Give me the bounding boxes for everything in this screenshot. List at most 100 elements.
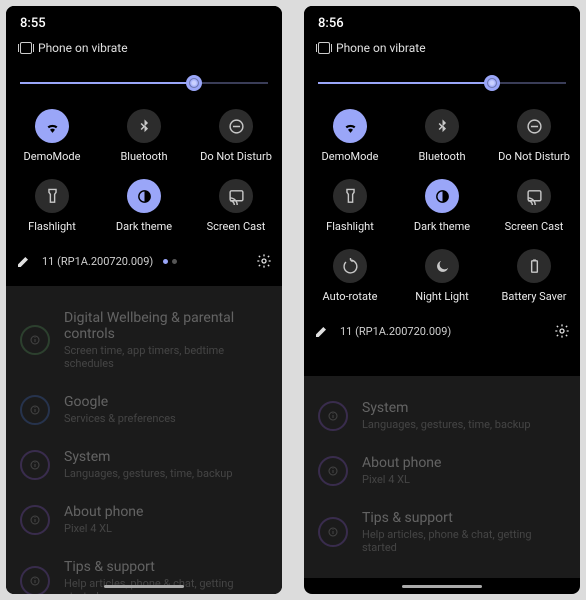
- tile-label: Auto-rotate: [323, 290, 378, 303]
- tile-label: Do Not Disturb: [200, 150, 272, 163]
- flashlight-icon: [35, 179, 69, 213]
- row-title: About phone: [64, 504, 143, 520]
- bluetooth-icon: [425, 109, 459, 143]
- dnd-icon: [219, 109, 253, 143]
- qs-tiles: DemoMode Bluetooth Do Not Disturb Flashligh…: [304, 99, 580, 317]
- about-icon: [20, 505, 50, 535]
- qs-tile-cast[interactable]: Screen Cast: [488, 179, 580, 233]
- row-subtitle: Languages, gestures, time, backup: [362, 418, 531, 431]
- page-dots: [163, 259, 177, 264]
- edit-icon[interactable]: [16, 253, 32, 269]
- status-time: 8:56: [304, 6, 580, 35]
- row-subtitle: Languages, gestures, time, backup: [64, 467, 233, 480]
- tile-label: DemoMode: [24, 150, 81, 163]
- qs-tile-darktheme[interactable]: Dark theme: [98, 179, 190, 233]
- row-subtitle: Pixel 4 XL: [64, 522, 143, 535]
- tips-icon: [318, 517, 348, 547]
- qs-tile-rotate[interactable]: Auto-rotate: [304, 249, 396, 303]
- phone-left: 8:55 Phone on vibrate DemoModeBluetoothD…: [6, 6, 282, 594]
- battery-icon: [517, 249, 551, 283]
- qs-tile-cast[interactable]: Screen Cast: [190, 179, 282, 233]
- brightness-slider[interactable]: [318, 73, 566, 93]
- qs-tile-wifi[interactable]: DemoMode: [6, 109, 98, 163]
- settings-row-system[interactable]: System Languages, gestures, time, backup: [6, 437, 282, 492]
- bluetooth-icon: [127, 109, 161, 143]
- qs-tile-battery[interactable]: Battery Saver: [488, 249, 580, 303]
- tile-label: Dark theme: [414, 220, 470, 233]
- status-time: 8:55: [6, 6, 282, 35]
- wifi-icon: [35, 109, 69, 143]
- qs-tile-wifi[interactable]: DemoMode: [304, 109, 396, 163]
- system-icon: [20, 450, 50, 480]
- qs-tile-dnd[interactable]: Do Not Disturb: [488, 109, 580, 163]
- settings-row-wellbeing[interactable]: Digital Wellbeing & parental controlsScr…: [6, 298, 282, 382]
- tile-label: Bluetooth: [418, 150, 465, 163]
- tile-label: Night Light: [415, 290, 469, 303]
- edit-icon[interactable]: [314, 323, 330, 339]
- flashlight-icon: [333, 179, 367, 213]
- vibrate-label: Phone on vibrate: [336, 41, 426, 55]
- qs-tile-bluetooth[interactable]: Bluetooth: [98, 109, 190, 163]
- settings-list: System Languages, gestures, time, backup A…: [304, 376, 580, 578]
- row-subtitle: Services & preferences: [64, 412, 176, 425]
- qs-tile-dnd[interactable]: Do Not Disturb: [190, 109, 282, 163]
- qs-tile-flashlight[interactable]: Flashlight: [6, 179, 98, 233]
- cast-icon: [517, 179, 551, 213]
- about-icon: [318, 456, 348, 486]
- row-subtitle: Screen time, app timers, bedtime schedul…: [64, 344, 268, 370]
- tile-label: Flashlight: [326, 220, 374, 233]
- qs-footer: 11 (RP1A.200720.009): [6, 247, 282, 279]
- build-label: 11 (RP1A.200720.009): [42, 255, 153, 268]
- darktheme-icon: [425, 179, 459, 213]
- nav-pill[interactable]: [104, 585, 184, 588]
- page-dot: [172, 259, 177, 264]
- tile-label: Screen Cast: [505, 220, 564, 233]
- qs-footer: 11 (RP1A.200720.009): [304, 317, 580, 349]
- settings-list: Digital Wellbeing & parental controlsScr…: [6, 286, 282, 594]
- nav-pill[interactable]: [402, 585, 482, 588]
- rotate-icon: [333, 249, 367, 283]
- tile-label: Do Not Disturb: [498, 150, 570, 163]
- qs-tile-moon[interactable]: Night Light: [396, 249, 488, 303]
- row-title: About phone: [362, 455, 441, 471]
- row-title: Tips & support: [362, 510, 566, 526]
- qs-tile-bluetooth[interactable]: Bluetooth: [396, 109, 488, 163]
- dnd-icon: [517, 109, 551, 143]
- tile-label: DemoMode: [322, 150, 379, 163]
- vibrate-label: Phone on vibrate: [38, 41, 128, 55]
- phone-right: 8:56 Phone on vibrate DemoModeBluetoothD…: [304, 6, 580, 594]
- tile-label: Dark theme: [116, 220, 172, 233]
- darktheme-icon: [127, 179, 161, 213]
- brightness-slider[interactable]: [20, 73, 268, 93]
- vibrate-icon: [20, 42, 32, 54]
- qs-tiles: DemoMode Bluetooth Do Not Disturb Flashligh…: [6, 99, 282, 247]
- row-subtitle: Pixel 4 XL: [362, 473, 441, 486]
- row-title: System: [362, 400, 531, 416]
- tile-label: Bluetooth: [120, 150, 167, 163]
- wellbeing-icon: [20, 325, 50, 355]
- settings-row-about[interactable]: About phone Pixel 4 XL: [6, 492, 282, 547]
- settings-gear-icon[interactable]: [554, 323, 570, 339]
- settings-row-tips[interactable]: Tips & supportHelp articles, phone & cha…: [304, 498, 580, 566]
- system-icon: [318, 401, 348, 431]
- row-title: System: [64, 449, 233, 465]
- moon-icon: [425, 249, 459, 283]
- tips-icon: [20, 566, 50, 594]
- settings-gear-icon[interactable]: [256, 253, 272, 269]
- vibrate-indicator: Phone on vibrate: [304, 35, 580, 61]
- tile-label: Battery Saver: [502, 290, 567, 303]
- row-title: Digital Wellbeing & parental controls: [64, 310, 268, 342]
- wifi-icon: [333, 109, 367, 143]
- tile-label: Screen Cast: [207, 220, 266, 233]
- build-label: 11 (RP1A.200720.009): [340, 325, 451, 338]
- settings-row-google[interactable]: GoogleServices & preferences: [6, 382, 282, 437]
- row-title: Tips & support: [64, 559, 268, 575]
- qs-tile-flashlight[interactable]: Flashlight: [304, 179, 396, 233]
- page-dot: [163, 259, 168, 264]
- vibrate-icon: [318, 42, 330, 54]
- settings-row-system[interactable]: System Languages, gestures, time, backup: [304, 388, 580, 443]
- settings-row-about[interactable]: About phone Pixel 4 XL: [304, 443, 580, 498]
- cast-icon: [219, 179, 253, 213]
- google-icon: [20, 395, 50, 425]
- qs-tile-darktheme[interactable]: Dark theme: [396, 179, 488, 233]
